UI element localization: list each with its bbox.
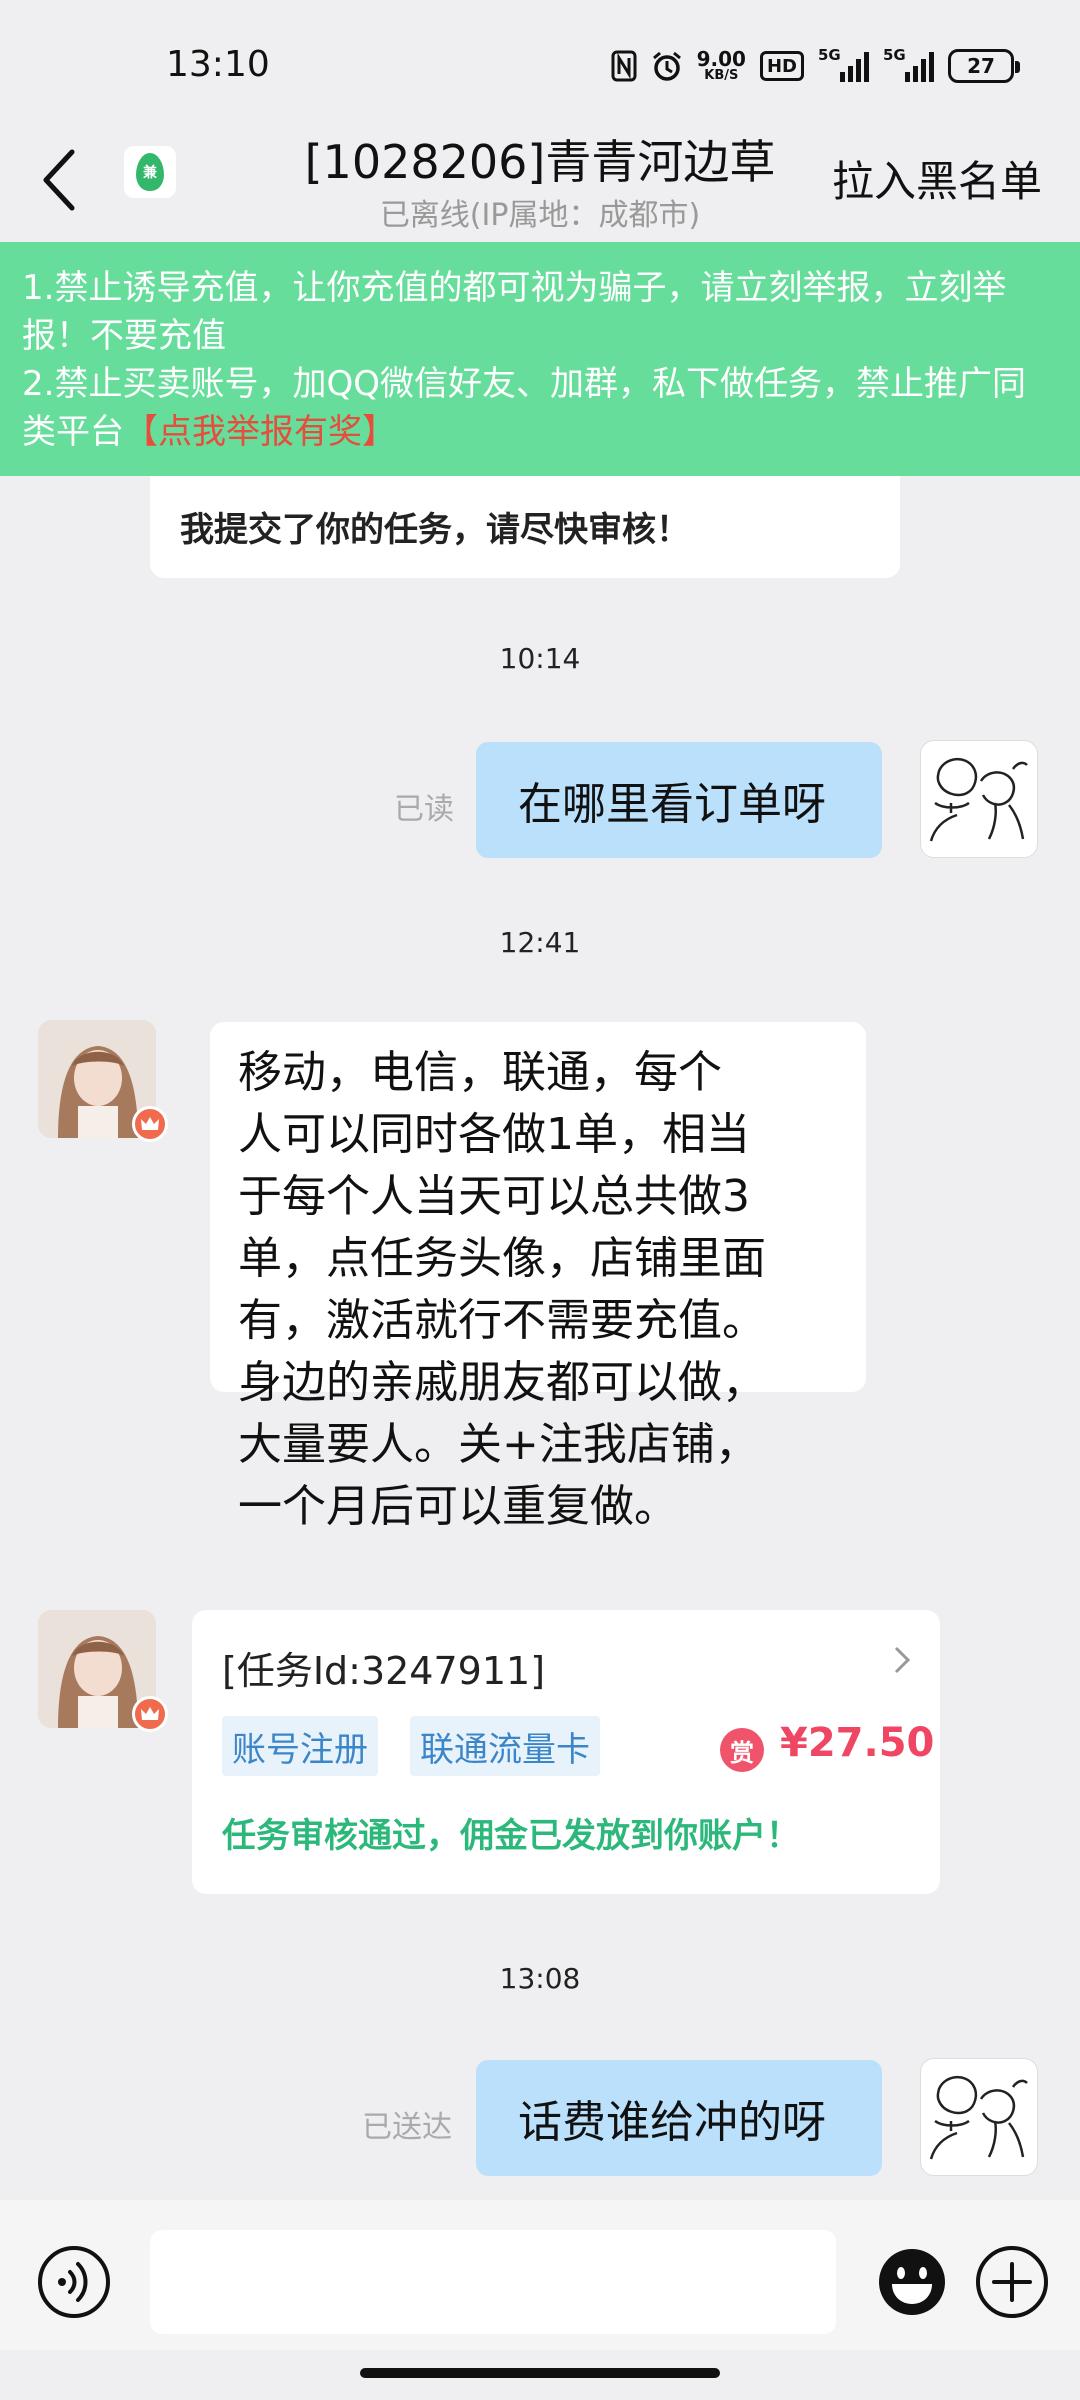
- my-avatar[interactable]: [920, 740, 1038, 858]
- signal-1-label: 5G: [818, 46, 841, 64]
- voice-icon: [58, 2262, 88, 2302]
- message-bubble-sent[interactable]: 在哪里看订单呀: [476, 742, 882, 858]
- hd-icon: HD: [759, 51, 804, 81]
- signal-icon-2: 5G: [883, 46, 934, 82]
- task-id: [任务Id:3247911]: [222, 1649, 546, 1693]
- message-bubble-received[interactable]: 我提交了你的任务，请尽快审核！: [150, 476, 900, 578]
- notice-line-2: 2.禁止买卖账号，加QQ微信好友、加群，私下做任务，禁止推广同类平台【点我举报有…: [22, 360, 1058, 456]
- task-status: 任务审核通过，佣金已发放到你账户！: [222, 1816, 800, 1856]
- message-line: 单，点任务头像，店铺里面: [238, 1233, 766, 1284]
- chat-header: 兼 [1028206]青青河边草 已离线(IP属地：成都市) 拉入黑名单: [0, 120, 1080, 240]
- task-tag: 账号注册: [222, 1716, 378, 1776]
- nfc-icon: [611, 50, 637, 82]
- net-speed-value: 9.00: [696, 47, 746, 71]
- chat-screen: 13:10 9.00 KB/S HD 5G 5G 27 兼 [1028206]青…: [0, 0, 1080, 2400]
- app-logo: 兼: [124, 146, 176, 198]
- input-bar: [0, 2200, 1080, 2350]
- home-indicator[interactable]: [360, 2368, 720, 2378]
- reward-icon: 赏: [720, 1728, 764, 1772]
- alarm-icon: [651, 50, 683, 82]
- blacklist-button[interactable]: 拉入黑名单: [832, 148, 1042, 209]
- reward-amount: ¥27.50: [780, 1720, 935, 1766]
- chat-subtitle: 已离线(IP属地：成都市): [379, 198, 701, 233]
- status-bar: 13:10 9.00 KB/S HD 5G 5G 27: [0, 0, 1080, 130]
- message-bubble-received[interactable]: 移动，电信，联通，每个 人可以同时各做1单，相当 于每个人当天可以总共做3 单，…: [210, 1022, 866, 1532]
- notice-line-1: 1.禁止诱导充值，让你充值的都可视为骗子，请立刻举报，立刻举报！不要充值: [22, 268, 1007, 356]
- plus-icon: [992, 2262, 1032, 2302]
- message-line: 身边的亲戚朋友都可以做，: [238, 1357, 766, 1408]
- message-line: 于每个人当天可以总共做3: [238, 1171, 750, 1222]
- report-link[interactable]: 【点我举报有奖】: [124, 412, 396, 452]
- warning-notice: 1.禁止诱导充值，让你充值的都可视为骗子，请立刻举报，立刻举报！不要充值 2.禁…: [0, 242, 1080, 476]
- voice-button[interactable]: [38, 2246, 110, 2318]
- status-time: 13:10: [166, 44, 270, 85]
- back-arrow-icon: [43, 149, 75, 211]
- message-text: 我提交了你的任务，请尽快审核！: [180, 510, 690, 550]
- timestamp: 13:08: [499, 1962, 581, 1995]
- signal-2-label: 5G: [883, 46, 906, 64]
- emoji-icon: [879, 2249, 945, 2315]
- battery-icon: 27: [948, 49, 1020, 83]
- status-icons: 9.00 KB/S HD 5G 5G 27: [611, 44, 1020, 88]
- net-speed: 9.00 KB/S: [697, 49, 746, 83]
- signal-icon-1: 5G: [818, 46, 869, 82]
- my-avatar[interactable]: [920, 2058, 1038, 2176]
- message-line: 人可以同时各做1单，相当: [238, 1109, 750, 1160]
- message-list[interactable]: 我提交了你的任务，请尽快审核！ 10:14 已读 在哪里看订单呀 12:41 移…: [0, 476, 1080, 2200]
- avatar-sketch-image: [929, 758, 1028, 842]
- timestamp: 12:41: [499, 926, 581, 959]
- message-line: 大量要人。关+注我店铺，: [238, 1419, 759, 1470]
- chevron-right-icon: [894, 1646, 911, 1674]
- delivered-status: 已送达: [362, 2110, 452, 2145]
- message-text: 话费谁给冲的呀: [518, 2097, 826, 2148]
- message-line: 移动，电信，联通，每个: [238, 1047, 722, 1098]
- message-text: 在哪里看订单呀: [518, 779, 826, 830]
- task-card[interactable]: [任务Id:3247911] 账号注册 联通流量卡 赏 ¥27.50 任务审核通…: [192, 1610, 940, 1894]
- message-text: 移动，电信，联通，每个 人可以同时各做1单，相当 于每个人当天可以总共做3 单，…: [238, 1042, 766, 1538]
- chat-title: [1028206]青青河边草: [304, 135, 776, 189]
- vip-badge-icon: [132, 1106, 168, 1142]
- message-line: 有，激活就行不需要充值。: [238, 1295, 766, 1346]
- net-speed-unit: KB/S: [704, 68, 739, 83]
- task-tag: 联通流量卡: [410, 1716, 600, 1776]
- vip-badge-icon: [132, 1696, 168, 1732]
- avatar-sketch-image: [929, 2076, 1028, 2160]
- emoji-button[interactable]: [876, 2246, 948, 2318]
- back-button[interactable]: [32, 142, 88, 218]
- app-logo-mark: 兼: [136, 153, 164, 191]
- plus-button[interactable]: [976, 2246, 1048, 2318]
- timestamp: 10:14: [499, 642, 581, 675]
- message-input[interactable]: [150, 2230, 836, 2334]
- message-bubble-sent[interactable]: 话费谁给冲的呀: [476, 2060, 882, 2176]
- read-status: 已读: [394, 792, 454, 827]
- message-line: 一个月后可以重复做。: [238, 1481, 678, 1532]
